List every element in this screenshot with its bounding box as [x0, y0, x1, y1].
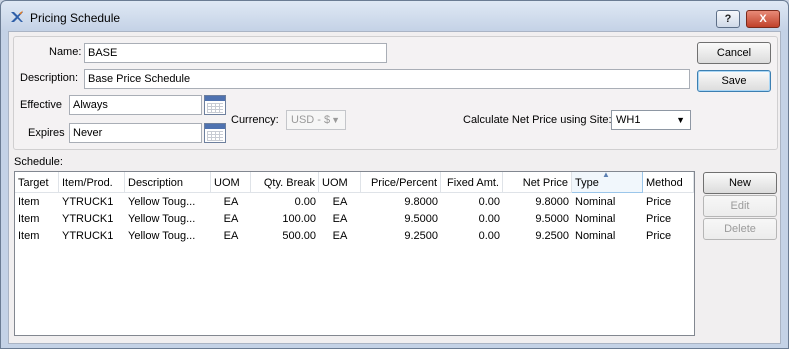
name-label: Name:: [49, 46, 82, 58]
table-cell: Item: [18, 230, 40, 242]
close-button[interactable]: X: [746, 10, 780, 28]
name-field[interactable]: BASE: [84, 43, 387, 63]
save-button[interactable]: Save: [697, 70, 771, 92]
column-header[interactable]: Net Price: [503, 172, 572, 193]
column-header[interactable]: Method: [643, 172, 694, 193]
table-cell: 0.00: [478, 213, 500, 225]
sort-ascending-icon: ▲: [602, 172, 610, 179]
column-header[interactable]: Price/Percent: [361, 172, 441, 193]
column-header[interactable]: UOM: [319, 172, 361, 193]
title-bar[interactable]: Pricing Schedule ? X: [1, 1, 788, 31]
table-cell: EA: [332, 213, 348, 225]
table-cell: 9.2500: [535, 230, 569, 242]
table-cell: 100.00: [282, 213, 316, 225]
table-cell: 0.00: [478, 230, 500, 242]
schedule-label: Schedule:: [14, 156, 63, 168]
table-cell: Price: [646, 196, 672, 208]
table-cell: YTRUCK1: [62, 230, 114, 242]
x-logo-icon: [11, 10, 23, 22]
table-cell: Yellow Toug...: [128, 213, 196, 225]
table-cell: 9.8000: [404, 196, 438, 208]
table-cell: Item: [18, 213, 40, 225]
table-cell: 9.5000: [535, 213, 569, 225]
table-row[interactable]: Item YTRUCK1 Yellow Toug... EA 500.00 EA 9.250…: [15, 228, 694, 245]
effective-date-field[interactable]: Always: [69, 95, 202, 115]
calendar-icon[interactable]: [204, 123, 226, 143]
table-cell: Nominal: [575, 196, 616, 208]
table-header: Target Item/Prod. Description UOM Qty. Break…: [15, 172, 694, 193]
table-cell: Yellow Toug...: [128, 196, 196, 208]
table-cell: EA: [223, 213, 239, 225]
table-cell: Nominal: [575, 213, 616, 225]
pricing-schedule-window: Pricing Schedule ? X Name: BASE Descript…: [0, 0, 789, 349]
table-cell: EA: [223, 196, 239, 208]
column-header[interactable]: Type ▲: [572, 172, 643, 193]
column-header[interactable]: Target: [15, 172, 59, 193]
expires-label: Expires: [28, 127, 65, 139]
table-row[interactable]: Item YTRUCK1 Yellow Toug... EA 100.00 EA 9.500…: [15, 211, 694, 228]
chevron-down-icon: ▼: [331, 115, 340, 125]
currency-label: Currency:: [231, 114, 279, 126]
delete-button: Delete: [703, 218, 777, 240]
edit-button: Edit: [703, 195, 777, 217]
calendar-icon[interactable]: [204, 95, 226, 115]
table-cell: EA: [223, 230, 239, 242]
table-cell: EA: [332, 196, 348, 208]
description-field[interactable]: Base Price Schedule: [84, 69, 690, 89]
table-cell: Price: [646, 230, 672, 242]
table-cell: 9.2500: [404, 230, 438, 242]
effective-label: Effective: [20, 99, 62, 111]
table-cell: Price: [646, 213, 672, 225]
table-cell: YTRUCK1: [62, 196, 114, 208]
table-cell: 0.00: [294, 196, 316, 208]
dialog-body: Name: BASE Description: Base Price Sched…: [8, 31, 781, 344]
column-header[interactable]: UOM: [211, 172, 251, 193]
table-cell: 9.8000: [535, 196, 569, 208]
site-select[interactable]: WH1 ▼: [611, 110, 691, 130]
schedule-header-group: Name: BASE Description: Base Price Sched…: [13, 36, 778, 150]
currency-value: USD - $: [291, 114, 331, 126]
table-cell: Nominal: [575, 230, 616, 242]
column-header[interactable]: Qty. Break: [251, 172, 319, 193]
description-label: Description:: [20, 72, 79, 84]
site-label: Calculate Net Price using Site:: [463, 114, 612, 126]
table-cell: 0.00: [478, 196, 500, 208]
table-cell: 500.00: [282, 230, 316, 242]
chevron-down-icon: ▼: [676, 115, 685, 125]
table-cell: YTRUCK1: [62, 213, 114, 225]
expires-date-field[interactable]: Never: [69, 123, 202, 143]
table-row[interactable]: Item YTRUCK1 Yellow Toug... EA 0.00 EA 9.8000 0…: [15, 194, 694, 211]
site-value: WH1: [616, 114, 641, 126]
column-header[interactable]: Fixed Amt.: [441, 172, 503, 193]
schedule-table[interactable]: Target Item/Prod. Description UOM Qty. Break…: [14, 171, 695, 336]
new-button[interactable]: New: [703, 172, 777, 194]
table-cell: 9.5000: [404, 213, 438, 225]
cancel-button[interactable]: Cancel: [697, 42, 771, 64]
table-cell: Item: [18, 196, 40, 208]
table-cell: EA: [332, 230, 348, 242]
table-cell: Yellow Toug...: [128, 230, 196, 242]
column-header[interactable]: Item/Prod.: [59, 172, 125, 193]
currency-select: USD - $ ▼: [286, 110, 346, 130]
column-header[interactable]: Description: [125, 172, 211, 193]
help-button[interactable]: ?: [716, 10, 740, 28]
window-title: Pricing Schedule: [30, 11, 121, 25]
